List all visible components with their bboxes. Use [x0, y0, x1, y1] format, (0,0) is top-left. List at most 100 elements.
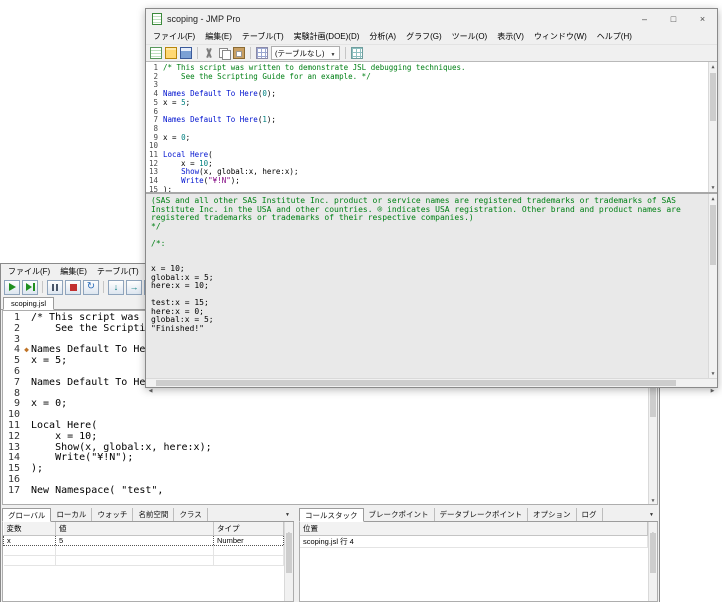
gutter-marker[interactable] — [22, 335, 31, 346]
gutter-marker[interactable] — [22, 378, 31, 389]
tab-scoping-jsl[interactable]: scoping.jsl — [3, 297, 54, 310]
gutter-marker[interactable] — [22, 453, 31, 464]
copy-icon[interactable] — [218, 47, 230, 59]
scroll-up-icon[interactable] — [285, 522, 293, 531]
scroll-down-icon[interactable] — [649, 495, 657, 504]
tab[interactable]: データブレークポイント — [435, 508, 529, 521]
table-row[interactable]: scoping.jsl 行 4 — [300, 535, 648, 547]
tab[interactable]: オプション — [528, 508, 577, 521]
paste-icon[interactable] — [233, 47, 245, 59]
tab[interactable]: ブレークポイント — [364, 508, 435, 521]
column-header[interactable]: 変数 — [4, 522, 56, 535]
menu-item[interactable]: テーブル(T) — [237, 31, 289, 42]
code-text: x = 5; — [31, 356, 67, 367]
editor-scrollbar[interactable] — [708, 62, 717, 192]
main-titlebar[interactable]: scoping - JMP Pro – □ × — [146, 9, 717, 29]
minimize-button[interactable]: – — [630, 9, 659, 29]
tab[interactable]: ログ — [577, 508, 603, 521]
log-line: global:x = 5; — [151, 316, 705, 325]
close-button[interactable]: × — [688, 9, 717, 29]
menu-item[interactable]: ヘルプ(H) — [592, 31, 637, 42]
column-header[interactable]: 値 — [56, 522, 214, 535]
scroll-down-icon[interactable] — [709, 369, 717, 378]
gutter-marker[interactable] — [22, 432, 31, 443]
menu-item[interactable]: 実験計画(DOE)(D) — [289, 31, 365, 42]
gutter-marker[interactable] — [22, 443, 31, 454]
menu-item[interactable]: グラフ(G) — [401, 31, 447, 42]
gutter-marker[interactable] — [22, 486, 31, 497]
gutter-marker[interactable] — [22, 410, 31, 421]
tab[interactable]: コールスタック — [299, 508, 364, 522]
tab[interactable]: ローカル — [51, 508, 92, 521]
gutter-marker[interactable] — [22, 421, 31, 432]
menu-item[interactable]: 編集(E) — [55, 266, 92, 277]
script-editor[interactable]: 1/* This script was written to demonstra… — [146, 61, 717, 192]
scrollbar-thumb[interactable] — [710, 205, 716, 265]
debug-pause-button[interactable] — [47, 280, 63, 295]
scroll-up-icon[interactable] — [709, 62, 717, 71]
debug-reset-button[interactable] — [83, 280, 99, 295]
tab[interactable]: クラス — [174, 508, 207, 521]
open-icon[interactable] — [165, 47, 177, 59]
menu-item[interactable]: 分析(A) — [364, 31, 401, 42]
gutter-marker[interactable] — [22, 324, 31, 335]
log-line: x = 10; — [151, 265, 705, 274]
table-selector-dropdown[interactable]: (テーブルなし) — [271, 46, 340, 60]
scrollbar-thumb[interactable] — [710, 73, 716, 121]
menu-item[interactable]: 表示(V) — [492, 31, 529, 42]
table-row[interactable] — [4, 555, 284, 565]
menu-item[interactable]: ファイル(F) — [3, 266, 55, 277]
scroll-down-icon[interactable] — [649, 592, 657, 601]
scroll-right-icon[interactable] — [708, 379, 717, 387]
scrollbar-thumb[interactable] — [156, 380, 676, 386]
column-header[interactable]: タイプ — [214, 522, 284, 535]
cut-icon[interactable] — [203, 47, 215, 59]
tab[interactable]: 名前空間 — [133, 508, 174, 521]
debug-run-button[interactable] — [4, 280, 20, 295]
maximize-button[interactable]: □ — [659, 9, 688, 29]
gutter-marker[interactable] — [22, 399, 31, 410]
debug-step-over-button[interactable] — [126, 280, 142, 295]
tab[interactable]: グローバル — [2, 508, 51, 522]
menu-item[interactable]: テーブル(T) — [92, 266, 144, 277]
log-scrollbar[interactable] — [708, 194, 717, 378]
main-hscrollbar[interactable] — [146, 378, 717, 387]
auto-hide-icon[interactable] — [645, 508, 658, 521]
save-icon[interactable] — [180, 47, 192, 59]
menu-item[interactable]: 編集(E) — [200, 31, 237, 42]
scroll-down-icon[interactable] — [285, 592, 293, 601]
variables-tabbar: グローバルローカルウォッチ名前空間クラス — [2, 508, 294, 522]
log-pane[interactable]: (SAS and all other SAS Institute Inc. pr… — [146, 192, 717, 378]
column-header[interactable]: 位置 — [300, 522, 648, 535]
gutter-marker[interactable] — [22, 313, 31, 324]
debug-stop-button[interactable] — [65, 280, 81, 295]
debug-step-into-button[interactable] — [108, 280, 124, 295]
breakpoint-icon[interactable] — [22, 345, 31, 356]
scroll-up-icon[interactable] — [649, 522, 657, 531]
tab[interactable]: ウォッチ — [92, 508, 133, 521]
reset-icon — [87, 282, 95, 292]
journal-icon[interactable] — [256, 47, 268, 59]
code-token: ); — [231, 176, 240, 185]
scroll-up-icon[interactable] — [709, 194, 717, 203]
data-table-icon[interactable] — [351, 47, 363, 59]
scroll-down-icon[interactable] — [709, 183, 717, 192]
menu-item[interactable]: ツール(O) — [447, 31, 493, 42]
gutter-marker[interactable] — [22, 464, 31, 475]
scrollbar-thumb[interactable] — [286, 533, 292, 573]
debug-run-to-cursor-button[interactable] — [22, 280, 38, 295]
gutter-marker[interactable] — [22, 475, 31, 486]
new-script-icon[interactable] — [150, 47, 162, 59]
gutter-marker[interactable] — [22, 356, 31, 367]
callstack-scrollbar[interactable] — [648, 522, 657, 601]
table-row[interactable]: x5Number — [4, 535, 284, 545]
variables-scrollbar[interactable] — [284, 522, 293, 601]
gutter-marker[interactable] — [22, 389, 31, 400]
scroll-left-icon[interactable] — [146, 379, 155, 387]
table-row[interactable] — [4, 545, 284, 555]
menu-item[interactable]: ファイル(F) — [148, 31, 200, 42]
gutter-marker[interactable] — [22, 367, 31, 378]
auto-hide-icon[interactable] — [281, 508, 294, 521]
menu-item[interactable]: ウィンドウ(W) — [529, 31, 592, 42]
scrollbar-thumb[interactable] — [650, 533, 656, 573]
